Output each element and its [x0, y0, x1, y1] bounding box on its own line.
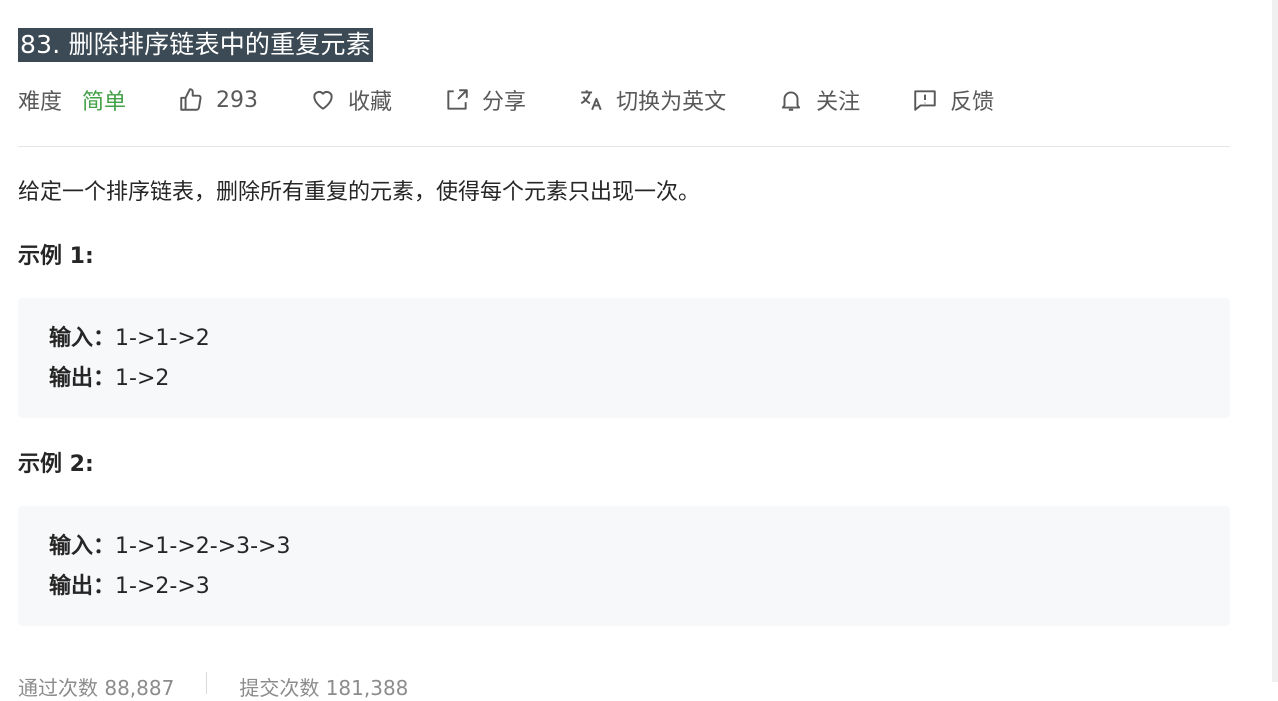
- example-1-title: 示例 1:: [18, 244, 94, 269]
- example-2-title: 示例 2:: [18, 452, 94, 477]
- favorite-label: 收藏: [348, 90, 393, 115]
- problem-meta-bar: 难度 简单 293 收藏 分享 切换为英文 关注 反馈: [18, 80, 1046, 120]
- feedback-label: 反馈: [950, 90, 995, 115]
- problem-title: 83. 删除排序链表中的重复元素: [18, 28, 373, 62]
- example-1-output: 输出：1->2: [49, 360, 169, 392]
- scrollbar[interactable]: [1272, 0, 1278, 682]
- share-icon: [447, 89, 468, 110]
- favorite-button[interactable]: 收藏: [310, 84, 392, 116]
- input-label: 输入：: [49, 534, 116, 559]
- follow-label: 关注: [816, 90, 861, 115]
- feedback-icon: [914, 90, 936, 111]
- output-value: 1->2: [115, 366, 170, 391]
- problem-description: 给定一个排序链表，删除所有重复的元素，使得每个元素只出现一次。: [18, 180, 701, 205]
- translate-button[interactable]: 切换为英文: [578, 84, 726, 116]
- heart-icon: [313, 90, 333, 110]
- example-2-input: 输入：1->1->2->3->3: [49, 528, 291, 560]
- difficulty-label: 难度: [18, 90, 63, 115]
- title-area: 83. 删除排序链表中的重复元素: [18, 28, 373, 62]
- input-value: 1->1->2->3->3: [115, 534, 291, 559]
- accepted-count: 通过次数 88,887: [18, 676, 175, 700]
- feedback-button[interactable]: 反馈: [912, 84, 994, 116]
- difficulty-badge: 简单: [82, 90, 127, 115]
- like-button[interactable]: 293: [178, 87, 258, 113]
- example-1-code-block: 输入：1->1->2 输出：1->2: [18, 298, 1230, 418]
- stats-divider: [206, 672, 208, 694]
- thumbs-up-icon: [180, 88, 202, 111]
- output-label: 输出：: [49, 574, 116, 599]
- submission-count: 提交次数 181,388: [239, 676, 409, 700]
- example-2-code-block: 输入：1->1->2->3->3 输出：1->2->3: [18, 506, 1230, 626]
- share-label: 分享: [482, 90, 527, 115]
- submission-stats: 通过次数 88,887 提交次数 181,388: [18, 672, 408, 701]
- input-value: 1->1->2: [115, 326, 210, 351]
- output-value: 1->2->3: [115, 574, 210, 599]
- translate-label: 切换为英文: [616, 90, 727, 115]
- output-label: 输出：: [49, 366, 116, 391]
- bell-icon: [781, 91, 801, 111]
- translate-icon: [580, 90, 602, 111]
- follow-button[interactable]: 关注: [778, 84, 860, 116]
- input-label: 输入：: [49, 326, 116, 351]
- example-1-input: 输入：1->1->2: [49, 320, 210, 352]
- divider: [18, 146, 1230, 147]
- like-count: 293: [216, 87, 259, 113]
- share-button[interactable]: 分享: [444, 84, 526, 116]
- example-2-output: 输出：1->2->3: [49, 568, 210, 600]
